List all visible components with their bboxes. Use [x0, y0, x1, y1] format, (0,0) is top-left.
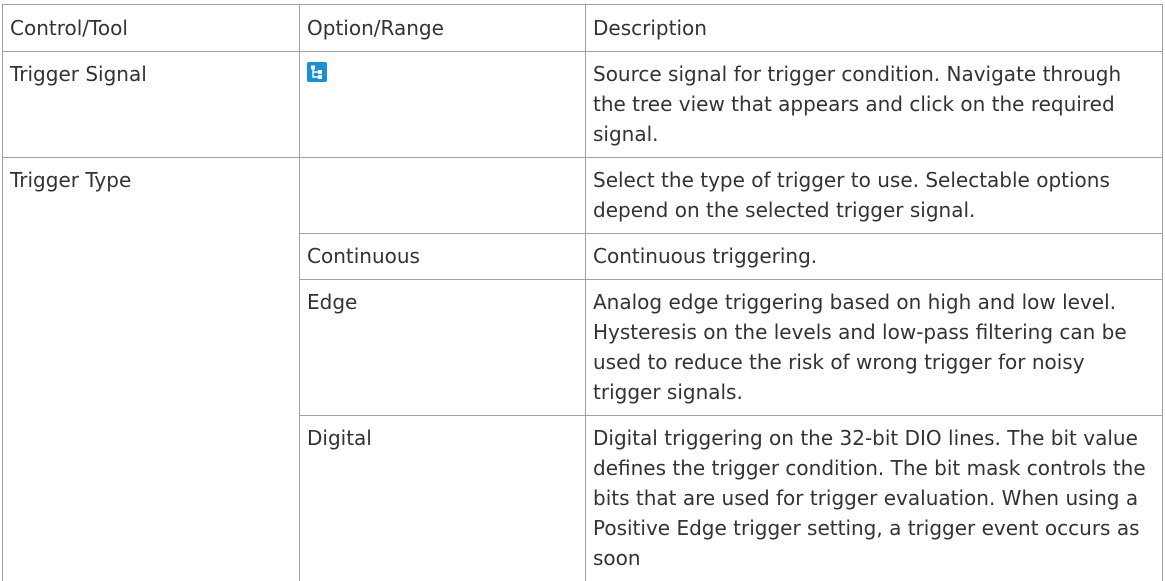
table-row-continuous: Continuous Continuous triggering.	[3, 234, 1163, 280]
cell-option-edge: Edge	[300, 280, 586, 416]
cell-option-trigger-type	[300, 158, 586, 234]
cell-control-trigger-signal: Trigger Signal	[3, 52, 300, 158]
cell-description-trigger-signal: Source signal for trigger condition. Nav…	[586, 52, 1163, 158]
tree-view-icon[interactable]	[307, 62, 327, 82]
cell-control-empty	[3, 280, 300, 416]
cell-option-trigger-signal	[300, 52, 586, 158]
cell-description-trigger-type: Select the type of trigger to use. Selec…	[586, 158, 1163, 234]
column-header-option: Option/Range	[300, 5, 586, 52]
cell-description-continuous: Continuous triggering.	[586, 234, 1163, 280]
table-row-trigger-signal: Trigger Signal Source signal for trigger…	[3, 52, 1163, 158]
cell-control-trigger-type: Trigger Type	[3, 158, 300, 234]
trigger-settings-table: Control/Tool Option/Range Description Tr…	[2, 4, 1163, 581]
cell-description-edge: Analog edge triggering based on high and…	[586, 280, 1163, 416]
table-row-edge: Edge Analog edge triggering based on hig…	[3, 280, 1163, 416]
column-header-control: Control/Tool	[3, 5, 300, 52]
cell-description-digital: Digital triggering on the 32-bit DIO lin…	[586, 416, 1163, 581]
table-header-row: Control/Tool Option/Range Description	[3, 5, 1163, 52]
table-row-digital: Digital Digital triggering on the 32-bit…	[3, 416, 1163, 581]
column-header-description: Description	[586, 5, 1163, 52]
table-row-trigger-type: Trigger Type Select the type of trigger …	[3, 158, 1163, 234]
cell-option-continuous: Continuous	[300, 234, 586, 280]
cell-control-empty	[3, 234, 300, 280]
cell-option-digital: Digital	[300, 416, 586, 581]
cell-control-empty	[3, 416, 300, 581]
